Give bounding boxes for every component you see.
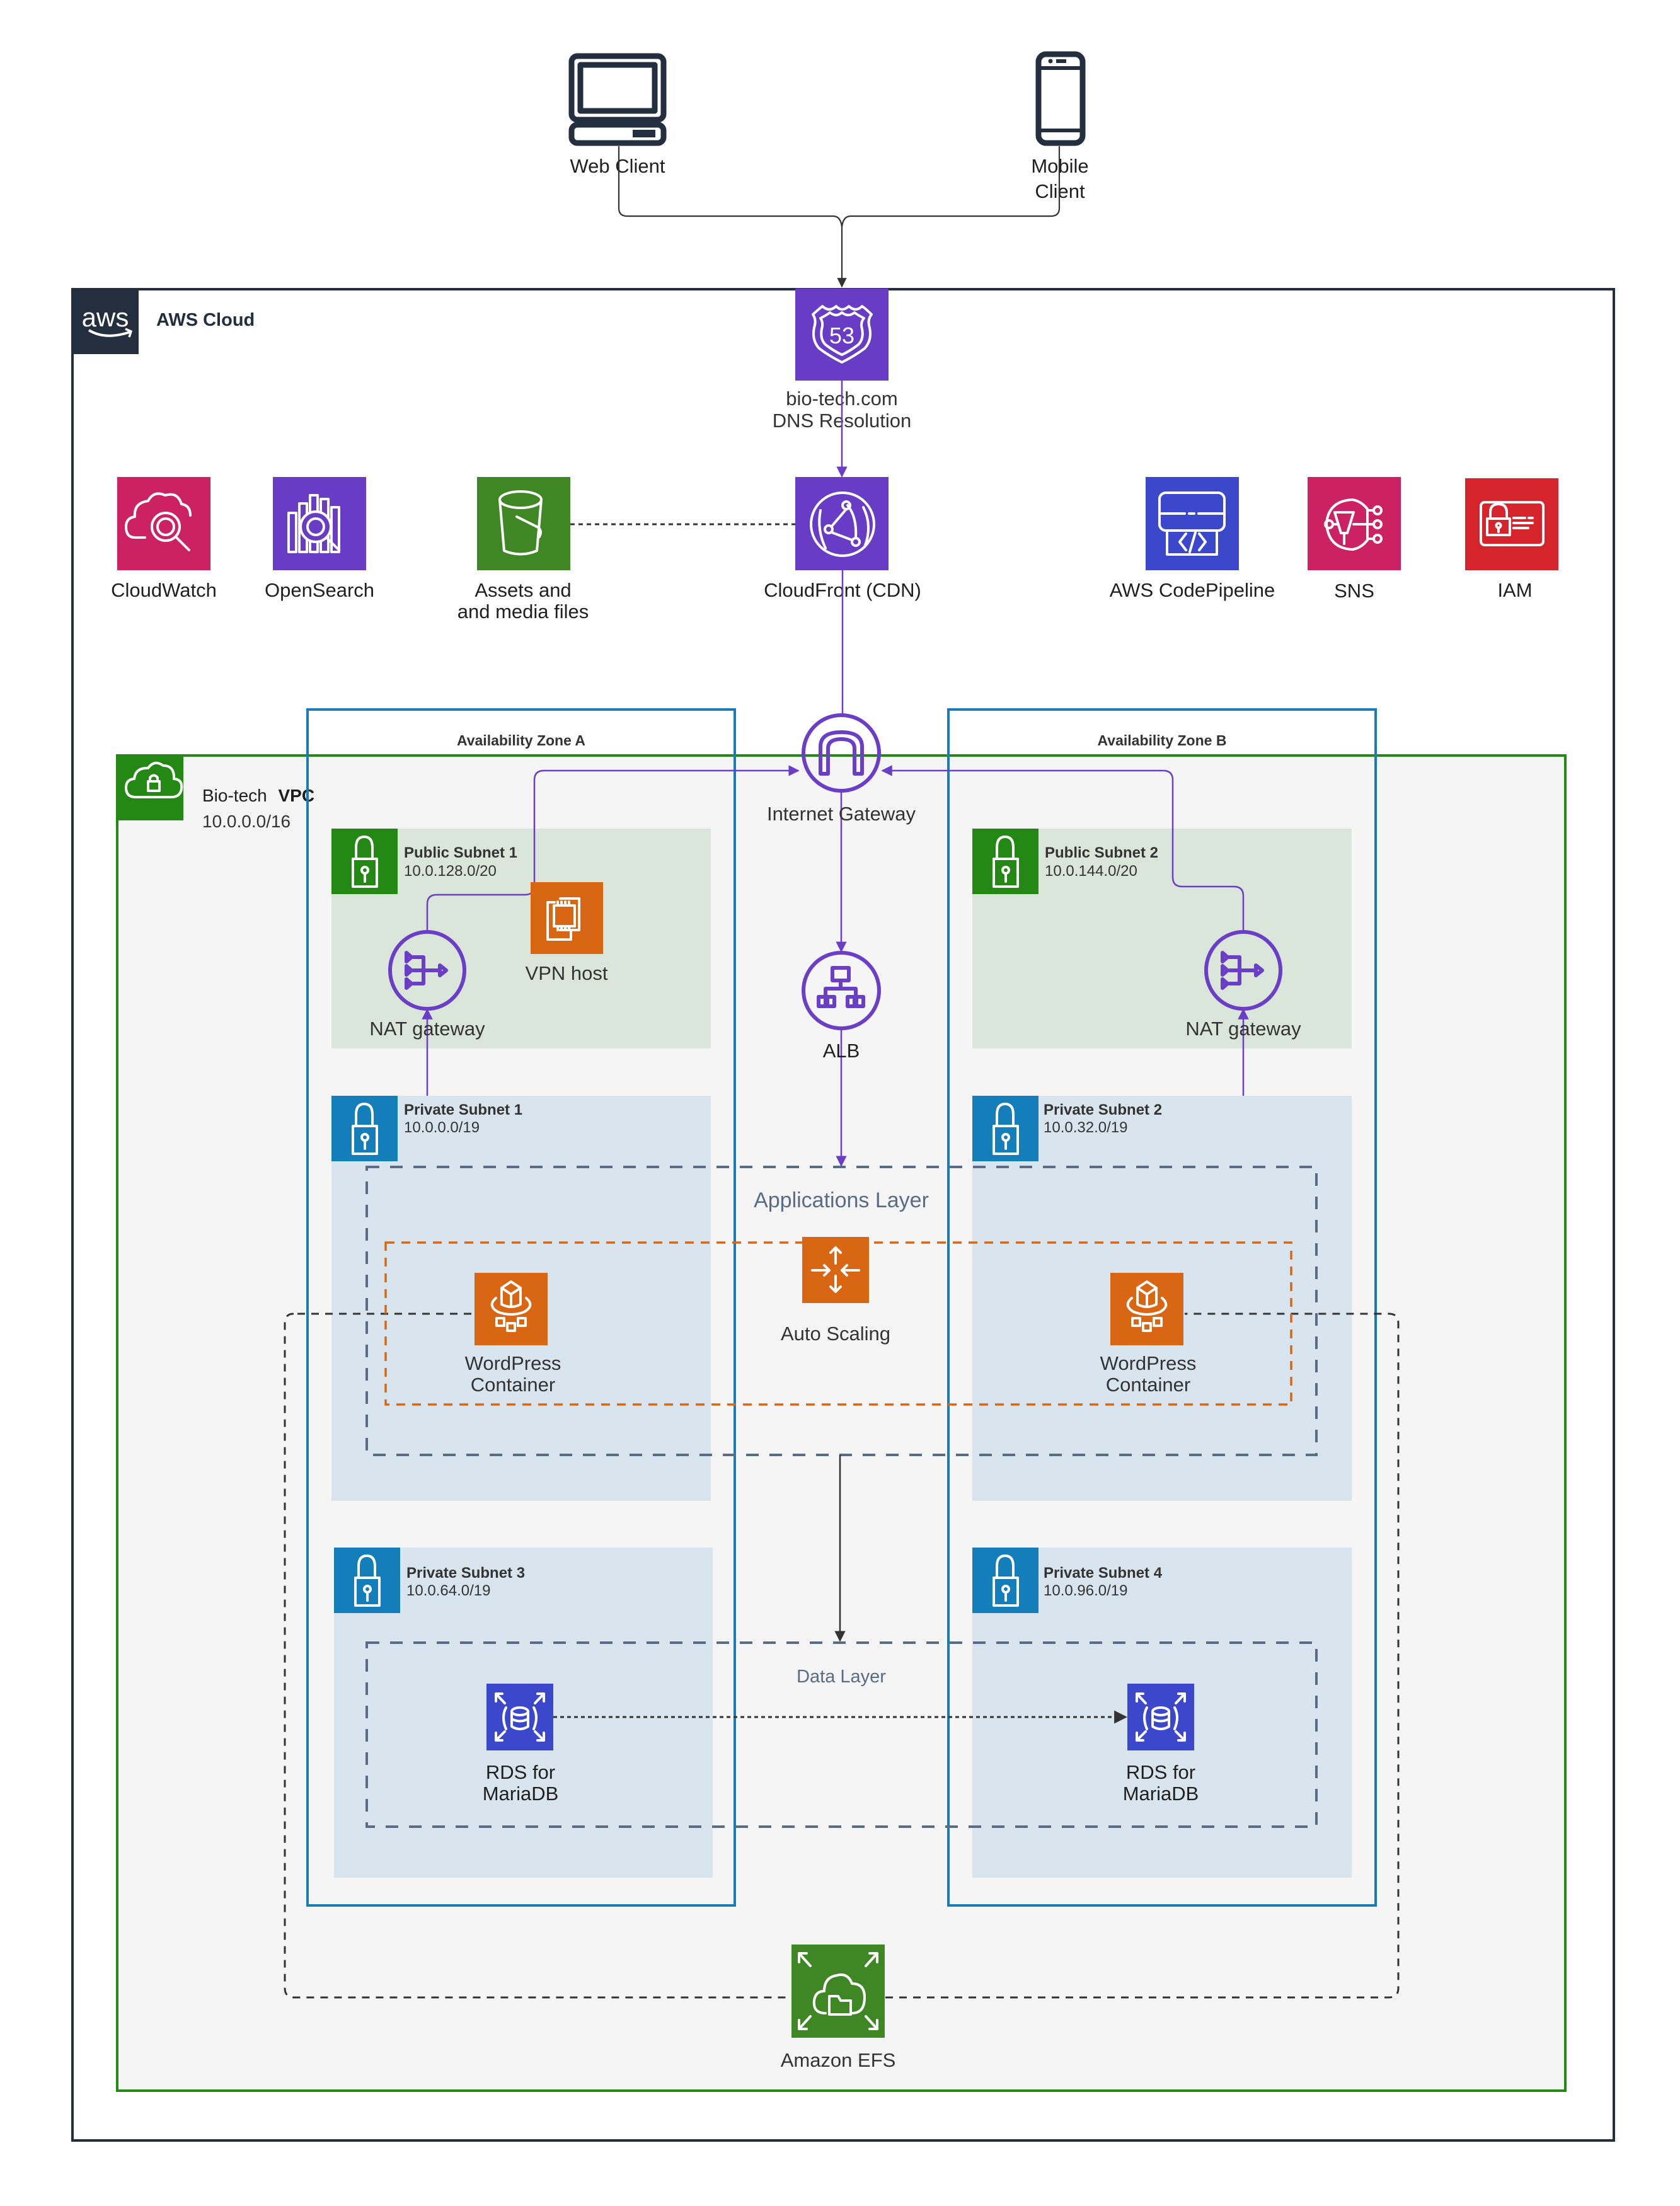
alb-label: ALB: [823, 1040, 860, 1062]
public-subnet-1-name: Public Subnet 1: [404, 844, 517, 861]
private-subnet-2-name: Private Subnet 2: [1044, 1101, 1162, 1118]
nat-gateway-a-label: NAT gateway: [369, 1018, 485, 1040]
nat-gateway-b-label: NAT gateway: [1185, 1018, 1301, 1040]
web-client-label: Web Client: [570, 155, 665, 177]
private-subnet-lock-icon: [972, 1548, 1038, 1613]
public-subnet-2: Public Subnet 2 10.0.144.0/20: [972, 829, 1352, 1048]
opensearch[interactable]: OpenSearch: [265, 477, 374, 601]
rds-primary-label-line1: RDS for: [486, 1761, 555, 1783]
amazon-efs[interactable]: Amazon EFS: [781, 1945, 896, 2071]
auto-scaling-label: Auto Scaling: [781, 1323, 890, 1345]
private-subnet-1-cidr: 10.0.0.0/19: [404, 1119, 480, 1136]
public-subnet-1-cidr: 10.0.128.0/20: [404, 863, 497, 880]
wordpress-a-label-line1: WordPress: [465, 1352, 561, 1374]
rds-primary[interactable]: RDS for MariaDB: [483, 1684, 559, 1805]
route53-badge-text: 53: [829, 323, 854, 348]
codepipeline-label: AWS CodePipeline: [1110, 579, 1275, 601]
applications-layer-title: Applications Layer: [754, 1188, 929, 1212]
private-subnet-3-name: Private Subnet 3: [406, 1565, 525, 1582]
wordpress-b-label-line1: WordPress: [1100, 1352, 1197, 1374]
private-subnet-4-cidr: 10.0.96.0/19: [1044, 1582, 1127, 1599]
vpn-host[interactable]: VPN host: [526, 882, 608, 984]
wordpress-container-b[interactable]: WordPress Container: [1100, 1273, 1197, 1396]
s3-label-line2: and media files: [457, 600, 589, 623]
rds-primary-label-line2: MariaDB: [483, 1783, 559, 1805]
vpn-host-label: VPN host: [526, 962, 608, 984]
architecture-diagram: Web Client Mobile Client aws AWS Cloud 5…: [71, 51, 1615, 2142]
opensearch-label: OpenSearch: [265, 579, 374, 601]
private-subnet-lock-icon: [972, 1096, 1038, 1161]
internet-gateway-label: Internet Gateway: [767, 803, 916, 825]
aws-cloud-title: AWS Cloud: [156, 310, 255, 330]
private-subnet-1-name: Private Subnet 1: [404, 1101, 522, 1118]
vpc-name-prefix: Bio-tech: [202, 786, 267, 805]
private-subnet-2-cidr: 10.0.32.0/19: [1044, 1119, 1127, 1136]
rds-standby-label-line2: MariaDB: [1123, 1783, 1199, 1805]
wordpress-b-label-line2: Container: [1106, 1374, 1190, 1396]
wordpress-container-a[interactable]: WordPress Container: [465, 1273, 561, 1396]
private-subnet-lock-icon: [331, 1096, 398, 1161]
private-subnet-3-cidr: 10.0.64.0/19: [406, 1582, 490, 1599]
public-subnet-lock-icon: [972, 829, 1038, 894]
public-subnet-2-name: Public Subnet 2: [1045, 844, 1158, 861]
cloudwatch-label: CloudWatch: [111, 579, 217, 601]
vpc-cidr: 10.0.0.0/16: [202, 812, 291, 831]
rds-standby-label-line1: RDS for: [1126, 1761, 1195, 1783]
public-subnet-1: Public Subnet 1 10.0.128.0/20: [331, 829, 711, 1048]
aws-logo: aws: [72, 289, 139, 354]
s3-label-line1: Assets and: [475, 579, 571, 601]
vpc-icon: [117, 755, 183, 820]
desktop-computer-icon: [568, 53, 667, 146]
s3-assets-bucket[interactable]: Assets and and media files: [457, 477, 589, 623]
vpc-name: Bio-tech VPC: [202, 786, 314, 805]
data-layer-title: Data Layer: [797, 1667, 886, 1687]
private-subnet-lock-icon: [334, 1548, 400, 1613]
az-b-title: Availability Zone B: [1098, 732, 1227, 749]
az-a-title: Availability Zone A: [457, 732, 585, 749]
client-to-dns-connector: [618, 146, 1061, 227]
web-client[interactable]: Web Client: [568, 53, 667, 177]
sns-label: SNS: [1334, 580, 1374, 602]
private-subnet-4-name: Private Subnet 4: [1044, 1565, 1163, 1582]
mobile-client-label-line2: Client: [1035, 180, 1085, 202]
cloudwatch[interactable]: CloudWatch: [111, 477, 217, 601]
mobile-phone-icon: [1035, 51, 1086, 146]
rds-standby[interactable]: RDS for MariaDB: [1123, 1684, 1199, 1805]
wordpress-a-label-line2: Container: [471, 1374, 555, 1396]
public-subnet-2-cidr: 10.0.144.0/20: [1045, 863, 1137, 880]
vpc-name-bold: VPC: [279, 786, 315, 805]
aws-logo-text: aws: [82, 302, 129, 332]
efs-label: Amazon EFS: [781, 2049, 896, 2071]
public-subnet-lock-icon: [331, 829, 398, 894]
iam-label: IAM: [1497, 579, 1532, 601]
